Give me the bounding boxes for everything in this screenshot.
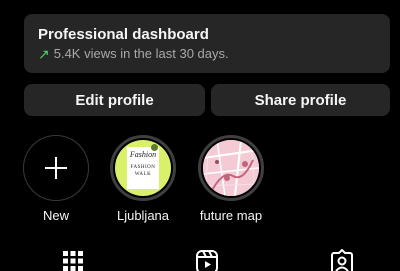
highlight-new[interactable]: New: [21, 135, 91, 223]
edit-profile-button[interactable]: Edit profile: [24, 84, 205, 116]
map-thumbnail: [203, 140, 259, 196]
dashboard-subtitle-row: ↗ 5.4K views in the last 30 days.: [38, 46, 376, 62]
share-profile-button[interactable]: Share profile: [211, 84, 390, 116]
dashboard-subtitle: 5.4K views in the last 30 days.: [53, 46, 229, 61]
highlight-ring[interactable]: [198, 135, 264, 201]
new-highlight-circle[interactable]: [23, 135, 89, 201]
highlight-label: Ljubljana: [116, 208, 170, 223]
profile-tabs: [0, 249, 400, 271]
highlight-label: future map: [199, 208, 263, 223]
trend-up-arrow-icon: ↗: [38, 46, 50, 62]
dashboard-title: Professional dashboard: [38, 26, 209, 43]
ljubljana-cover-image: Fashion FASHION WALK: [115, 140, 171, 196]
cover-script-text: Fashion: [129, 150, 157, 159]
cover-line-walk: WALK: [134, 172, 152, 177]
tagged-icon[interactable]: [330, 249, 354, 271]
map-illustration: [203, 140, 259, 196]
plus-icon: [45, 157, 67, 179]
cover-line-fashion: FASHION: [130, 165, 156, 170]
highlight-future-map[interactable]: future map: [196, 135, 266, 223]
professional-dashboard-card[interactable]: Professional dashboard ↗ 5.4K views in t…: [24, 14, 390, 73]
cover-ornament: [151, 144, 158, 151]
reels-icon[interactable]: [195, 249, 219, 271]
highlight-ljubljana[interactable]: Fashion FASHION WALK Ljubljana: [108, 135, 178, 223]
highlight-ring[interactable]: Fashion FASHION WALK: [110, 135, 176, 201]
grid-icon[interactable]: [62, 249, 84, 271]
highlight-label: New: [42, 208, 69, 223]
